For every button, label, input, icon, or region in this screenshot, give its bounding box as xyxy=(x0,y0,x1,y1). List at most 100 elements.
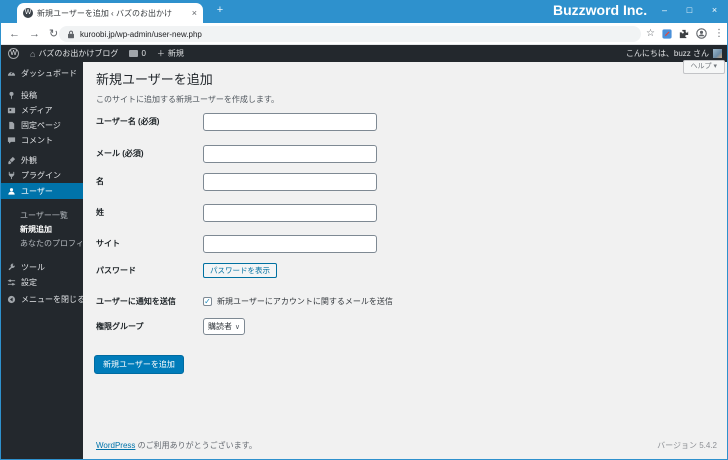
media-icon xyxy=(7,107,16,114)
admin-bar-comments-link[interactable]: 0 xyxy=(129,49,146,58)
last-name-row: 姓 xyxy=(96,204,716,222)
first-name-label: 名 xyxy=(96,177,104,186)
footer-thanks: WordPress のご利用ありがとうございます。 xyxy=(96,440,257,451)
page-title: 新規ユーザーを追加 xyxy=(96,72,213,87)
browser-toolbar: ← → ↻ kuroobi.jp/wp-admin/user-new.php ☆ xyxy=(1,23,727,45)
sidebar-item-appearance[interactable]: 外観 xyxy=(1,153,83,168)
bookmark-star-icon[interactable]: ☆ xyxy=(646,28,655,39)
new-tab-button[interactable]: + xyxy=(213,4,227,16)
footer-version: バージョン 5.4.2 xyxy=(657,441,717,450)
sidebar-item-plugins[interactable]: プラグイン xyxy=(1,168,83,183)
website-input[interactable] xyxy=(203,235,377,253)
help-caret-icon: ▾ xyxy=(713,63,717,70)
sidebar-item-media[interactable]: メディア xyxy=(1,103,83,118)
wordpress-favicon-icon: W xyxy=(23,8,33,18)
sidebar-item-dashboard[interactable]: ダッシュボード xyxy=(1,66,83,81)
pushpin-icon xyxy=(9,91,14,100)
window-title: Buzzword Inc. xyxy=(553,2,648,18)
last-name-label: 姓 xyxy=(96,208,104,217)
reload-icon[interactable]: ↻ xyxy=(49,27,58,40)
brush-icon xyxy=(8,156,16,165)
back-icon[interactable]: ← xyxy=(9,28,20,40)
checkmark-icon: ✓ xyxy=(204,297,211,306)
sidebar-item-users[interactable]: ユーザー xyxy=(1,183,88,199)
username-input[interactable] xyxy=(203,113,377,131)
window-controls: – □ × xyxy=(652,0,727,22)
admin-content: ヘルプ ▾ 新規ユーザーを追加 このサイトに追加する新規ユーザーを作成します。 … xyxy=(83,60,727,459)
dashboard-icon xyxy=(7,71,16,76)
role-select[interactable]: 購読者 ∨ xyxy=(203,318,245,335)
email-row: メール (必須) xyxy=(96,145,716,163)
website-label: サイト xyxy=(96,239,120,248)
comments-bubble-icon xyxy=(129,50,139,57)
username-row: ユーザー名 (必須) xyxy=(96,113,716,131)
email-label: メール (必須) xyxy=(96,149,144,158)
notify-label: ユーザーに通知を送信 xyxy=(96,297,176,306)
tab-title: 新規ユーザーを追加 ‹ バズのお出かけ xyxy=(37,8,172,18)
sidebar-item-comments[interactable]: コメント xyxy=(1,133,83,148)
greeting-text: こんにちは、buzz さん xyxy=(625,49,709,58)
sidebar-item-collapse-menu[interactable]: メニューを閉じる xyxy=(1,292,85,307)
footer-thanks-text: のご利用ありがとうございます。 xyxy=(135,441,257,450)
browser-menu-icon[interactable]: ⋮ xyxy=(714,28,724,39)
close-window-button[interactable]: × xyxy=(702,0,727,22)
browser-window: W 新規ユーザーを追加 ‹ バズのお出かけ × + Buzzword Inc. … xyxy=(0,0,728,460)
page-icon xyxy=(9,121,15,130)
role-label: 権限グループ xyxy=(96,322,144,331)
notify-row: ユーザーに通知を送信 ✓ 新規ユーザーにアカウントに関するメールを送信 xyxy=(96,294,716,309)
notify-checkbox[interactable]: ✓ xyxy=(203,297,212,306)
url-text: kuroobi.jp/wp-admin/user-new.php xyxy=(80,29,202,39)
sidebar-item-settings[interactable]: 設定 xyxy=(1,275,83,290)
home-icon: ⌂ xyxy=(30,48,36,59)
admin-bar-account[interactable]: こんにちは、buzz さん xyxy=(626,48,722,59)
email-input[interactable] xyxy=(203,145,377,163)
browser-nav: ← → ↻ xyxy=(9,23,58,44)
sidebar-item-posts[interactable]: 投稿 xyxy=(1,88,83,103)
toolbar-actions: ☆ ⋮ xyxy=(646,23,724,44)
password-label: パスワード xyxy=(96,266,136,275)
plug-icon xyxy=(8,171,15,180)
first-name-input[interactable] xyxy=(203,173,377,191)
wordpress-logo-icon[interactable]: W xyxy=(8,48,19,59)
forward-icon[interactable]: → xyxy=(29,28,40,40)
lock-icon xyxy=(68,30,74,38)
sidebar-item-pages[interactable]: 固定ページ xyxy=(1,118,83,133)
submenu-item-add-new[interactable]: 新規追加 xyxy=(1,223,83,237)
wrench-icon xyxy=(8,263,15,271)
submenu-item-all-users[interactable]: ユーザー一覧 xyxy=(1,209,83,223)
address-bar[interactable]: kuroobi.jp/wp-admin/user-new.php xyxy=(59,26,641,42)
last-name-input[interactable] xyxy=(203,204,377,222)
profile-icon[interactable] xyxy=(696,28,707,39)
chevron-down-icon: ∨ xyxy=(234,323,240,331)
avatar xyxy=(713,49,722,58)
comment-count: 0 xyxy=(141,49,146,58)
wordpress-footer-link[interactable]: WordPress xyxy=(96,441,135,450)
wp-admin-bar: W ⌂ バズのお出かけブログ 0 ＋ 新規 こんにちは、buzz さん xyxy=(1,45,727,62)
first-name-row: 名 xyxy=(96,173,716,191)
settings-icon xyxy=(7,279,16,286)
collapse-icon xyxy=(7,295,16,304)
help-button[interactable]: ヘルプ ▾ xyxy=(682,60,725,74)
maximize-button[interactable]: □ xyxy=(677,0,702,22)
comment-icon xyxy=(7,137,16,144)
admin-bar-site-link[interactable]: ⌂ バズのお出かけブログ xyxy=(30,48,118,59)
site-name: バズのお出かけブログ xyxy=(38,49,119,58)
users-submenu: ユーザー一覧 新規追加 あなたのプロフィール xyxy=(1,199,100,251)
role-row: 権限グループ 購読者 ∨ xyxy=(96,318,716,335)
extension-puzzle-icon[interactable] xyxy=(679,29,689,39)
website-row: サイト xyxy=(96,235,716,253)
admin-bar-new-link[interactable]: ＋ 新規 xyxy=(157,48,184,59)
add-user-submit-button[interactable]: 新規ユーザーを追加 xyxy=(94,355,184,374)
user-icon xyxy=(8,187,15,195)
notify-option-label[interactable]: 新規ユーザーにアカウントに関するメールを送信 xyxy=(217,294,393,309)
sidebar-item-tools[interactable]: ツール xyxy=(1,260,83,275)
browser-tab[interactable]: W 新規ユーザーを追加 ‹ バズのお出かけ × xyxy=(17,3,203,23)
show-password-button[interactable]: パスワードを表示 xyxy=(203,263,277,278)
role-selected-value: 購読者 xyxy=(208,322,232,331)
tab-close-icon[interactable]: × xyxy=(192,8,197,18)
admin-sidebar: ダッシュボード 投稿 メディア 固定ページ コメント 外観 プラグイン ユーザー… xyxy=(1,62,100,459)
submenu-item-your-profile[interactable]: あなたのプロフィール xyxy=(1,237,100,251)
minimize-button[interactable]: – xyxy=(652,0,677,22)
page-intro: このサイトに追加する新規ユーザーを作成します。 xyxy=(96,95,280,104)
screenshot-extension-icon[interactable] xyxy=(662,28,672,39)
